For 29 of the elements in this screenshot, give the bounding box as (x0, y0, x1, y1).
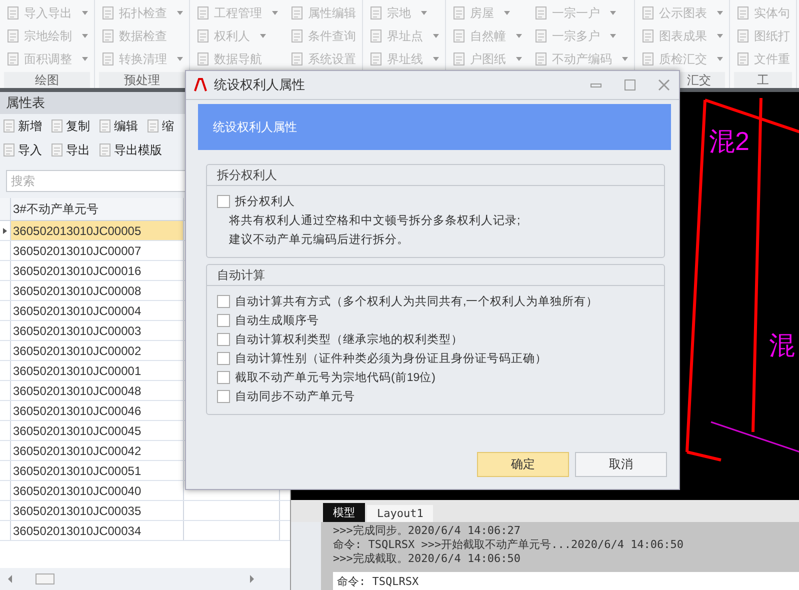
command-history-line: 命令: TSQLRSX >>>开始截取不动产单元号...2020/6/4 14:06:50 (333, 538, 685, 552)
group-label: 预处理 (99, 72, 185, 88)
column-header: 3#不动产单元号 (11, 198, 184, 220)
table-cell: 360502013010JC00042 (11, 441, 184, 460)
table-cell: 360502013010JC00045 (11, 421, 184, 440)
table-cell: 360502013010JC00004 (11, 301, 184, 320)
group-title: 拆分权利人 (207, 165, 664, 186)
dialog-title: 统设权利人属性 (214, 76, 306, 94)
group-title: 自动计算 (207, 265, 664, 286)
table-cell: 360502013010JC00007 (11, 241, 184, 260)
dialog-banner: 统设权利人属性 (198, 104, 671, 150)
group-label: 工 (734, 72, 792, 88)
table-cell: 360502013010JC00035 (11, 501, 184, 520)
table-cell: 360502013010JC00003 (11, 321, 184, 340)
table-cell: 360502013010JC00005 (11, 221, 184, 240)
table-cell: 360502013010JC00048 (11, 381, 184, 400)
parcel-label: 混2 (709, 126, 750, 156)
table-cell: 360502013010JC00016 (11, 261, 184, 280)
parcel-label: 混 (769, 330, 795, 360)
command-history-line: >>>完成同步。2020/6/4 14:06:27 (333, 524, 522, 538)
table-cell: 360502013010JC00040 (11, 481, 184, 500)
table-cell: 360502013010JC00051 (11, 461, 184, 480)
table-cell: 360502013010JC00008 (11, 281, 184, 300)
table-cell: 360502013010JC00034 (11, 521, 184, 540)
table-cell: 360502013010JC00002 (11, 341, 184, 360)
table-cell: 360502013010JC00046 (11, 401, 184, 420)
group-label: 绘图 (4, 72, 90, 88)
command-history-line: >>>完成截取。2020/6/4 14:06:50 (333, 552, 522, 566)
table-cell: 360502013010JC00001 (11, 361, 184, 380)
